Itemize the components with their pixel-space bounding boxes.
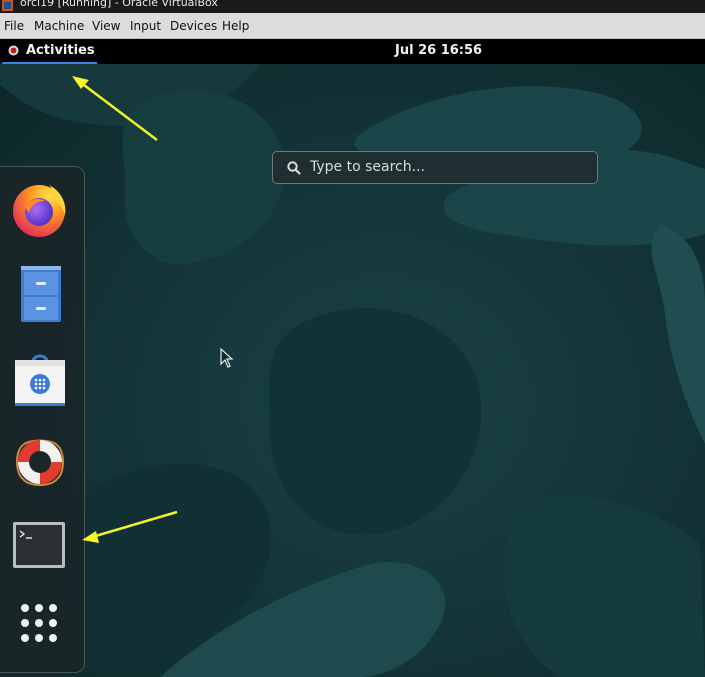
- activities-label: Activities: [26, 43, 95, 58]
- dock-item-files[interactable]: [9, 262, 71, 324]
- show-applications-button[interactable]: [9, 591, 71, 653]
- menu-input[interactable]: Input: [130, 19, 161, 33]
- mouse-pointer-icon: [220, 348, 234, 368]
- menu-view[interactable]: View: [92, 19, 120, 33]
- gnome-top-bar: Activities Jul 26 16:56: [0, 39, 705, 64]
- software-bag-icon: [15, 354, 65, 406]
- app-grid-icon: [21, 604, 57, 642]
- menu-devices[interactable]: Devices: [170, 19, 217, 33]
- dash-dock: [0, 166, 85, 673]
- firefox-icon: [13, 185, 66, 237]
- terminal-icon: [13, 522, 65, 568]
- menu-machine[interactable]: Machine: [34, 19, 84, 33]
- activities-icon: [8, 45, 19, 56]
- window-title: orcl19 [Running] - Oracle VirtualBox: [20, 0, 218, 9]
- search-icon: [287, 161, 301, 175]
- search-placeholder: Type to search...: [310, 159, 425, 175]
- dock-item-terminal[interactable]: [9, 515, 71, 577]
- menu-bar: File Machine View Input Devices Help: [0, 13, 705, 39]
- menu-file[interactable]: File: [4, 19, 24, 33]
- virtualbox-app-icon: [2, 0, 13, 11]
- clock[interactable]: Jul 26 16:56: [395, 43, 482, 58]
- file-cabinet-icon: [21, 266, 61, 322]
- lifebuoy-icon: [16, 439, 64, 486]
- dock-item-help[interactable]: [9, 431, 71, 493]
- dock-item-software[interactable]: [9, 348, 71, 410]
- dock-item-firefox[interactable]: [9, 177, 71, 239]
- search-input[interactable]: Type to search...: [272, 151, 598, 184]
- window-title-bar: orcl19 [Running] - Oracle VirtualBox: [0, 0, 705, 13]
- desktop-wallpaper: Type to search...: [0, 64, 705, 677]
- menu-help[interactable]: Help: [222, 19, 249, 33]
- activities-button[interactable]: Activities: [0, 39, 97, 64]
